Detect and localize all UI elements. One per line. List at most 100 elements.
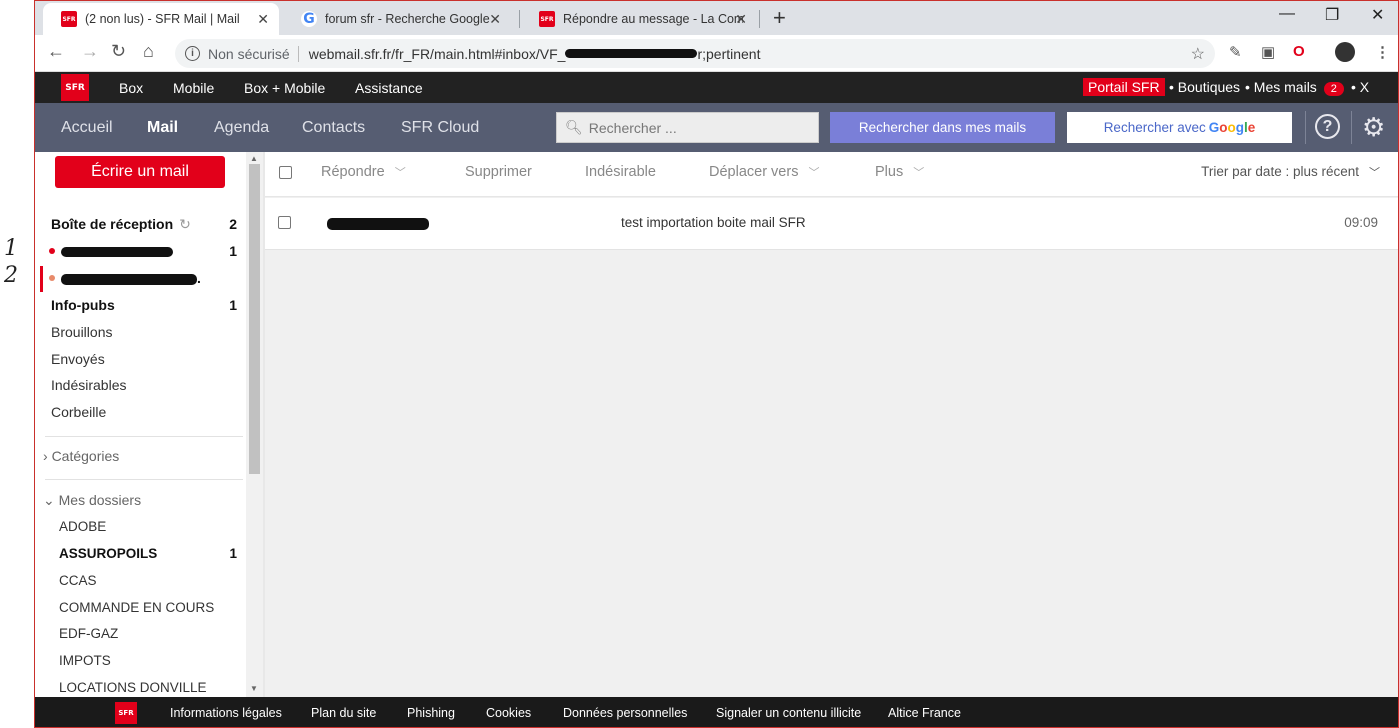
categories-toggle[interactable]: › Catégories	[43, 448, 119, 464]
mes-mails-link[interactable]: • Mes mails 2	[1245, 79, 1344, 96]
folder-info-pubs[interactable]: Info-pubs 1	[51, 297, 237, 313]
info-icon[interactable]: i	[185, 46, 200, 61]
redacted-sender	[327, 218, 429, 230]
nav-agenda[interactable]: Agenda	[214, 119, 269, 137]
sidebar-scrollbar[interactable]: ▲ ▼	[246, 152, 263, 697]
close-tab-icon[interactable]: ✕	[489, 11, 501, 28]
nav-mail[interactable]: Mail	[147, 119, 178, 137]
topnav-box-mobile[interactable]: Box + Mobile	[244, 80, 325, 96]
avatar[interactable]	[1335, 42, 1355, 62]
nav-sfr-cloud[interactable]: SFR Cloud	[401, 119, 479, 137]
tab-separator	[759, 10, 760, 28]
footer-link-privacy[interactable]: Données personnelles	[563, 706, 687, 720]
folder-assuropoils[interactable]: ASSUROPOILS 1	[59, 546, 237, 561]
scroll-down-icon[interactable]: ▼	[250, 684, 258, 693]
folder-label: Boîte de réception	[51, 216, 174, 232]
message-toolbar: Répondre ﹀ Supprimer Indésirable Déplacer…	[265, 152, 1398, 197]
footer-link-report[interactable]: Signaler un contenu illicite	[716, 706, 861, 720]
extension-icon[interactable]: ▣	[1261, 43, 1275, 61]
bookmark-star-icon[interactable]: ☆	[1191, 44, 1205, 64]
close-tab-icon[interactable]: ✕	[257, 11, 269, 28]
footer-link-altice[interactable]: Altice France	[888, 706, 961, 720]
search-google-button[interactable]: Rechercher avec Google	[1067, 112, 1292, 143]
tab-google[interactable]: G forum sfr - Recherche Google ✕	[283, 3, 511, 35]
my-folders-label: Mes dossiers	[58, 492, 142, 508]
extension-icon[interactable]: ✎	[1229, 43, 1242, 61]
compose-button[interactable]: Écrire un mail	[55, 156, 225, 188]
close-tab-icon[interactable]: ✕	[735, 11, 747, 28]
folder-impots[interactable]: IMPOTS	[59, 653, 237, 668]
opera-icon[interactable]: O	[1293, 43, 1305, 60]
tab-repondre[interactable]: SFR Répondre au message - La Comm ✕	[521, 3, 757, 35]
footer-link-sitemap[interactable]: Plan du site	[311, 706, 376, 720]
home-icon[interactable]: ⌂	[143, 41, 154, 62]
footer-link-cookies[interactable]: Cookies	[486, 706, 531, 720]
sfr-logo[interactable]: SFR	[61, 74, 89, 101]
back-icon[interactable]: ←	[47, 41, 65, 62]
menu-icon[interactable]: ⋮	[1375, 43, 1390, 61]
folder-label: ASSUROPOILS	[59, 546, 158, 561]
new-tab-icon[interactable]: +	[773, 5, 786, 31]
address-bar[interactable]: i Non sécurisé webmail.sfr.fr/fr_FR/main…	[175, 39, 1215, 68]
security-label: Non sécurisé	[208, 45, 290, 62]
folder-locations-donville[interactable]: LOCATIONS DONVILLE	[59, 680, 237, 695]
account-2[interactable]: .	[49, 270, 237, 286]
folder-corbeille[interactable]: Corbeille	[51, 404, 237, 420]
nav-accueil[interactable]: Accueil	[61, 119, 113, 137]
restore-icon[interactable]: ❐	[1325, 5, 1339, 25]
footer-link-phishing[interactable]: Phishing	[407, 706, 455, 720]
search-input[interactable]: 🔍︎ Rechercher ...	[556, 112, 819, 143]
mail-navbar: Accueil Mail Agenda Contacts SFR Cloud 🔍…	[35, 103, 1398, 152]
footer-link-legal[interactable]: Informations légales	[170, 706, 282, 720]
redacted-account	[61, 247, 173, 258]
boutiques-link[interactable]: • Boutiques	[1169, 79, 1240, 95]
my-folders-toggle[interactable]: ⌄ Mes dossiers	[43, 492, 141, 509]
message-list-pane: Répondre ﹀ Supprimer Indésirable Déplacer…	[265, 152, 1398, 697]
topnav-box[interactable]: Box	[119, 80, 143, 96]
sfr-footer-logo[interactable]: SFR	[115, 702, 137, 724]
sort-dropdown[interactable]: Trier par date : plus récent ﹀	[1201, 164, 1380, 180]
delete-button[interactable]: Supprimer	[465, 164, 532, 180]
annotation-mark-2: 2	[4, 263, 18, 288]
topnav-assistance[interactable]: Assistance	[355, 80, 423, 96]
reload-icon[interactable]: ↻	[111, 41, 126, 62]
categories-label: Catégories	[51, 448, 120, 464]
unread-dot-icon	[49, 248, 55, 254]
scroll-up-icon[interactable]: ▲	[250, 154, 258, 163]
footer: SFR Informations légales Plan du site Ph…	[35, 697, 1398, 727]
select-all-checkbox[interactable]	[279, 166, 292, 179]
topnav-mobile[interactable]: Mobile	[173, 80, 214, 96]
reply-button[interactable]: Répondre ﹀	[321, 164, 406, 180]
scrollbar-thumb[interactable]	[249, 164, 260, 474]
close-window-icon[interactable]: ✕	[1371, 5, 1384, 25]
close-topbar-link[interactable]: • X	[1351, 79, 1369, 95]
folder-indesirables[interactable]: Indésirables	[51, 377, 237, 393]
help-icon[interactable]: ?	[1315, 114, 1340, 139]
nav-contacts[interactable]: Contacts	[302, 119, 365, 137]
chevron-down-icon: ⌄	[43, 492, 55, 508]
more-button[interactable]: Plus ﹀	[875, 164, 924, 180]
spam-button[interactable]: Indésirable	[585, 164, 656, 180]
gear-icon[interactable]: ⚙	[1362, 112, 1385, 143]
move-button[interactable]: Déplacer vers ﹀	[709, 164, 819, 180]
tab-sfr-mail[interactable]: SFR (2 non lus) - SFR Mail | Mail ✕	[43, 3, 279, 35]
navbar-divider	[1305, 111, 1306, 144]
message-checkbox[interactable]	[278, 216, 291, 229]
search-mails-button[interactable]: Rechercher dans mes mails	[830, 112, 1055, 143]
message-row[interactable]: test importation boite mail SFR 09:09	[265, 198, 1398, 250]
folder-adobe[interactable]: ADOBE	[59, 519, 237, 534]
navbar-divider	[1351, 111, 1352, 144]
forward-icon[interactable]: →	[81, 41, 99, 62]
refresh-icon[interactable]: ↻	[179, 216, 191, 232]
search-placeholder: Rechercher ...	[588, 119, 677, 136]
minimize-icon[interactable]: —	[1279, 5, 1295, 23]
folder-ccas[interactable]: CCAS	[59, 573, 237, 588]
folder-brouillons[interactable]: Brouillons	[51, 324, 237, 340]
margin-annotations: 1 2	[0, 0, 34, 728]
folder-inbox[interactable]: Boîte de réception ↻ 2	[51, 216, 237, 233]
account-1[interactable]: 1	[49, 243, 237, 259]
folder-commande-en-cours[interactable]: COMMANDE EN COURS	[59, 600, 237, 615]
portal-sfr-link[interactable]: Portail SFR	[1083, 78, 1165, 96]
folder-envoyes[interactable]: Envoyés	[51, 351, 237, 367]
folder-edf-gaz[interactable]: EDF-GAZ	[59, 626, 237, 641]
